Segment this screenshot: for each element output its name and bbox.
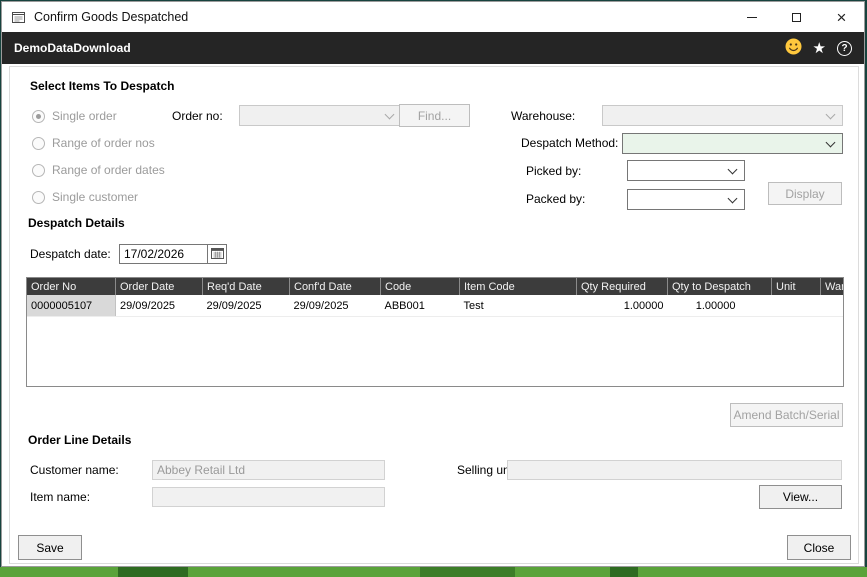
- save-button[interactable]: Save: [18, 535, 82, 560]
- column-header-code[interactable]: Code: [380, 278, 460, 295]
- chevron-down-icon: [825, 109, 836, 120]
- radio-button-icon: [32, 109, 45, 123]
- window-controls: ×: [729, 2, 864, 32]
- radio-range-of-order-nos[interactable]: Range of order nos: [32, 135, 165, 151]
- warehouse-label: Warehouse:: [511, 109, 576, 123]
- radio-range-of-order-dates[interactable]: Range of order dates: [32, 162, 165, 178]
- order-selection-radio-group: Single order Range of order nos Range of o…: [32, 108, 165, 216]
- order-no-label: Order no:: [172, 109, 223, 123]
- confirm-goods-despatched-window: Confirm Goods Despatched × DemoDataDownl…: [1, 1, 865, 567]
- section-heading-select-items: Select Items To Despatch: [30, 79, 175, 93]
- table-cell: ABB001: [380, 295, 460, 317]
- picked-by-label: Picked by:: [526, 164, 582, 178]
- radio-label: Single order: [52, 109, 117, 123]
- find-button[interactable]: Find...: [399, 104, 470, 127]
- column-header-item-code[interactable]: Item Code: [459, 278, 577, 295]
- desktop-strip-segment: [118, 567, 188, 577]
- chevron-down-icon: [727, 193, 738, 204]
- radio-button-icon: [32, 136, 45, 150]
- desktop-strip-segment: [610, 567, 638, 577]
- radio-button-icon: [32, 163, 45, 177]
- cell-order-no: 0000005107: [27, 295, 116, 317]
- packed-by-label: Packed by:: [526, 192, 586, 206]
- despatch-method-select[interactable]: [622, 133, 843, 154]
- column-header-req-d-date[interactable]: Req'd Date: [202, 278, 290, 295]
- table-header-row: Order No Order Date Req'd Date Conf'd Date C…: [27, 278, 843, 295]
- desktop-strip-segment: [420, 567, 515, 577]
- selling-unit-field: [507, 460, 842, 480]
- column-header-qty-to-despatch[interactable]: Qty to Despatch: [667, 278, 772, 295]
- table-cell: 29/09/2025: [289, 295, 381, 317]
- table-cell: [820, 295, 843, 317]
- close-button[interactable]: ×: [819, 2, 864, 32]
- chevron-down-icon: [384, 109, 395, 120]
- maximize-button[interactable]: [774, 2, 819, 32]
- view-button[interactable]: View...: [759, 485, 842, 509]
- column-header-warehouse[interactable]: Warehouse: [820, 278, 843, 295]
- warehouse-combobox[interactable]: [602, 105, 843, 126]
- radio-single-order[interactable]: Single order: [32, 108, 165, 124]
- column-header-qty-required[interactable]: Qty Required: [576, 278, 668, 295]
- column-header-order-date[interactable]: Order Date: [115, 278, 203, 295]
- table-cell: 29/09/2025: [115, 295, 203, 317]
- display-button[interactable]: Display: [768, 182, 842, 205]
- chevron-down-icon: [825, 137, 836, 148]
- desktop-background-strip: [0, 567, 867, 577]
- window-form-icon: [11, 10, 26, 25]
- table-row[interactable]: 0000005107 29/09/2025 29/09/2025 29/09/2025…: [27, 295, 843, 317]
- appbar-title: DemoDataDownload: [14, 41, 131, 55]
- maximize-icon: [792, 12, 801, 22]
- customer-name-label: Customer name:: [30, 463, 119, 477]
- smiley-icon: [785, 38, 802, 58]
- appbar: DemoDataDownload ★ ?: [2, 32, 864, 64]
- item-name-field: [152, 487, 385, 507]
- table-cell: [771, 295, 821, 317]
- radio-button-icon: [32, 190, 45, 204]
- column-header-conf-d-date[interactable]: Conf'd Date: [289, 278, 381, 295]
- table-cell: 1.00000: [667, 295, 772, 317]
- customer-name-field: [152, 460, 385, 480]
- column-header-order-no[interactable]: Order No: [27, 278, 116, 295]
- appbar-icons: ★ ?: [785, 32, 852, 64]
- favorite-button[interactable]: ★: [813, 41, 826, 56]
- help-icon: ?: [837, 40, 852, 56]
- section-heading-order-line-details: Order Line Details: [28, 433, 132, 447]
- calendar-picker-button[interactable]: [207, 244, 227, 264]
- order-no-combobox[interactable]: [239, 105, 402, 126]
- minimize-button[interactable]: [729, 2, 774, 32]
- item-name-label: Item name:: [30, 490, 91, 504]
- radio-label: Range of order dates: [52, 163, 165, 177]
- radio-label: Single customer: [52, 190, 139, 204]
- despatch-date-input[interactable]: [119, 244, 208, 264]
- table-cell: Test: [459, 295, 577, 317]
- window-title: Confirm Goods Despatched: [34, 10, 189, 24]
- despatch-items-table: Order No Order Date Req'd Date Conf'd Date C…: [27, 278, 843, 317]
- calendar-icon: [210, 247, 224, 262]
- column-header-unit[interactable]: Unit: [771, 278, 821, 295]
- close-icon: ×: [836, 7, 847, 27]
- smiley-feedback-button[interactable]: [785, 38, 802, 58]
- despatch-items-grid: Order No Order Date Req'd Date Conf'd Date C…: [26, 277, 844, 387]
- minimize-icon: [746, 16, 757, 18]
- table-cell: 1.00000: [576, 295, 668, 317]
- chevron-down-icon: [727, 164, 738, 175]
- star-icon: ★: [812, 39, 826, 57]
- section-heading-despatch-details: Despatch Details: [28, 216, 125, 230]
- despatch-date-label: Despatch date:: [30, 247, 111, 261]
- amend-batch-serial-button[interactable]: Amend Batch/Serial: [730, 403, 843, 427]
- close-dialog-button[interactable]: Close: [787, 535, 851, 560]
- radio-single-customer[interactable]: Single customer: [32, 189, 165, 205]
- radio-label: Range of order nos: [52, 136, 155, 150]
- help-button[interactable]: ?: [837, 40, 852, 56]
- packed-by-select[interactable]: [627, 189, 745, 210]
- despatch-method-label: Despatch Method:: [521, 136, 619, 150]
- picked-by-select[interactable]: [627, 160, 745, 181]
- table-cell: 29/09/2025: [202, 295, 290, 317]
- titlebar[interactable]: Confirm Goods Despatched ×: [2, 2, 864, 32]
